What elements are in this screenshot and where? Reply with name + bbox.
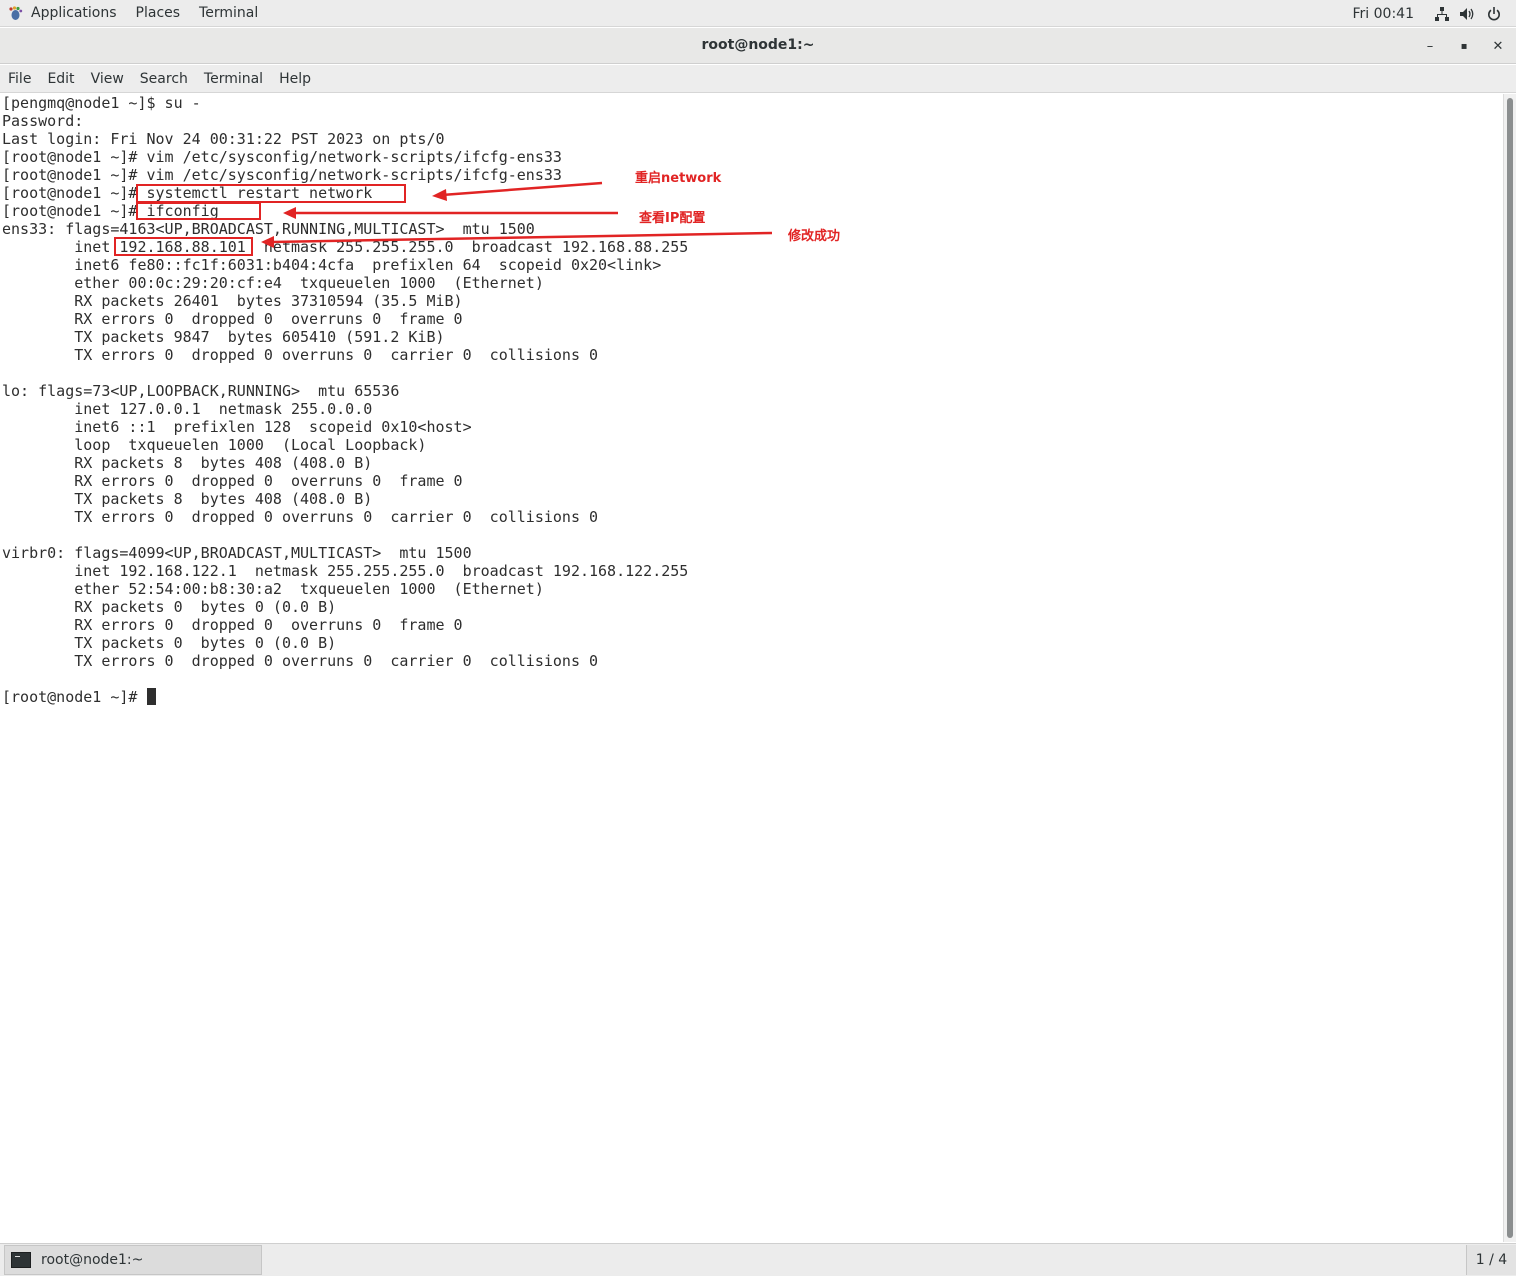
terminal-line: inet 127.0.0.1 netmask 255.0.0.0: [2, 400, 373, 418]
menu-edit[interactable]: Edit: [47, 71, 74, 87]
volume-icon[interactable]: [1460, 6, 1476, 22]
terminal-area[interactable]: [pengmq@node1 ~]$ su - Password: Last logi…: [0, 94, 1503, 1242]
window-title-bar[interactable]: root@node1:~ – ▪ ✕: [0, 28, 1516, 64]
terminal-line: TX errors 0 dropped 0 overruns 0 carrier…: [2, 508, 599, 526]
terminal-line: virbr0: flags=4099<UP,BROADCAST,MULTICAS…: [2, 544, 472, 562]
terminal-line: inet 192.168.88.101 netmask 255.255.255.…: [2, 238, 689, 256]
terminal-line: [root@node1 ~]# vim /etc/sysconfig/netwo…: [2, 166, 562, 184]
terminal-line: RX errors 0 dropped 0 overruns 0 frame 0: [2, 616, 463, 634]
annotation-box-ip: [114, 237, 253, 256]
window-title: root@node1:~: [701, 37, 815, 53]
terminal-prompt: [root@node1 ~]#: [2, 688, 147, 706]
top-panel: Applications Places Terminal Fri 00:41: [0, 0, 1516, 27]
terminal-line: ether 52:54:00:b8:30:a2 txqueuelen 1000 …: [2, 580, 544, 598]
menu-file[interactable]: File: [8, 71, 31, 87]
terminal-app-label: Terminal: [199, 5, 259, 21]
scrollbar-thumb[interactable]: [1507, 98, 1513, 1238]
taskbar-item-label: root@node1:~: [41, 1252, 144, 1268]
applications-label: Applications: [31, 5, 117, 21]
terminal-prompt-line[interactable]: [root@node1 ~]#: [2, 688, 688, 706]
minimize-button[interactable]: –: [1420, 36, 1440, 56]
terminal-app-menu[interactable]: Terminal: [191, 0, 269, 27]
clock[interactable]: Fri 00:41: [1353, 6, 1414, 22]
annotation-success-label: 修改成功: [788, 229, 841, 244]
terminal-line: TX errors 0 dropped 0 overruns 0 carrier…: [2, 652, 599, 670]
power-icon[interactable]: [1486, 6, 1502, 22]
terminal-line: inet6 ::1 prefixlen 128 scopeid 0x10<hos…: [2, 418, 472, 436]
terminal-line: [pengmq@node1 ~]$ su -: [2, 94, 201, 112]
terminal-line: [root@node1 ~]# vim /etc/sysconfig/netwo…: [2, 148, 562, 166]
terminal-line: TX packets 9847 bytes 605410 (591.2 KiB): [2, 328, 445, 346]
menu-search[interactable]: Search: [140, 71, 188, 87]
network-icon[interactable]: [1434, 6, 1450, 22]
menu-help[interactable]: Help: [279, 71, 311, 87]
applications-menu[interactable]: Applications: [0, 0, 128, 27]
close-button[interactable]: ✕: [1488, 36, 1508, 56]
terminal-line: RX packets 26401 bytes 37310594 (35.5 Mi…: [2, 292, 463, 310]
terminal-line: TX packets 8 bytes 408 (408.0 B): [2, 490, 373, 508]
taskbar-item-terminal[interactable]: root@node1:~: [4, 1245, 262, 1275]
annotation-ifconfig-label: 查看IP配置: [639, 211, 706, 226]
menu-bar: File Edit View Search Terminal Help: [0, 65, 1516, 93]
places-label: Places: [135, 5, 181, 21]
terminal-line: RX errors 0 dropped 0 overruns 0 frame 0: [2, 310, 463, 328]
terminal-line: lo: flags=73<UP,LOOPBACK,RUNNING> mtu 65…: [2, 382, 400, 400]
terminal-line: RX packets 8 bytes 408 (408.0 B): [2, 454, 373, 472]
gnome-foot-icon: [8, 5, 23, 21]
terminal-line: Last login: Fri Nov 24 00:31:22 PST 2023…: [2, 130, 445, 148]
annotation-restart-label: 重启network: [635, 171, 722, 186]
terminal-line: TX errors 0 dropped 0 overruns 0 carrier…: [2, 346, 599, 364]
menu-view[interactable]: View: [91, 71, 124, 87]
workspace-switcher[interactable]: 1 / 4: [1466, 1245, 1516, 1275]
menu-terminal[interactable]: Terminal: [204, 71, 263, 87]
terminal-line: RX packets 0 bytes 0 (0.0 B): [2, 598, 337, 616]
terminal-scrollbar[interactable]: [1503, 94, 1516, 1242]
annotation-box-ifconfig: [136, 202, 261, 220]
annotation-box-restart: [136, 184, 406, 203]
maximize-button[interactable]: ▪: [1454, 36, 1474, 56]
places-menu[interactable]: Places: [128, 0, 192, 27]
bottom-panel: root@node1:~ 1 / 4: [0, 1243, 1516, 1276]
terminal-line: inet 192.168.122.1 netmask 255.255.255.0…: [2, 562, 689, 580]
terminal-line: Password:: [2, 112, 84, 130]
terminal-line: ens33: flags=4163<UP,BROADCAST,RUNNING,M…: [2, 220, 535, 238]
terminal-line: [root@node1 ~]# ifconfig: [2, 202, 219, 220]
terminal-line: loop txqueuelen 1000 (Local Loopback): [2, 436, 427, 454]
terminal-icon: [11, 1252, 31, 1268]
terminal-line: TX packets 0 bytes 0 (0.0 B): [2, 634, 337, 652]
terminal-line: ether 00:0c:29:20:cf:e4 txqueuelen 1000 …: [2, 274, 544, 292]
terminal-line: inet6 fe80::fc1f:6031:b404:4cfa prefixle…: [2, 256, 662, 274]
terminal-cursor: [146, 688, 156, 705]
terminal-line: RX errors 0 dropped 0 overruns 0 frame 0: [2, 472, 463, 490]
